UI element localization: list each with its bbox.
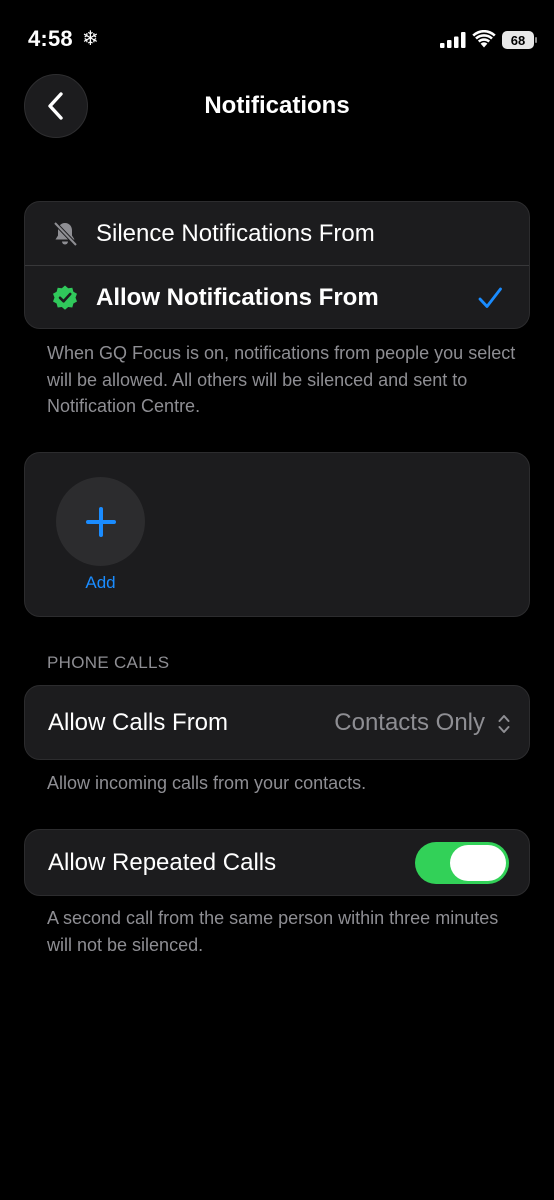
plus-icon: [85, 506, 116, 537]
repeated-calls-toggle[interactable]: [415, 842, 509, 884]
allow-repeated-calls-label: Allow Repeated Calls: [48, 848, 277, 876]
allowed-people-card: Add: [24, 452, 530, 617]
status-time: 4:58: [28, 26, 73, 51]
battery-icon: 68: [502, 31, 534, 49]
checkmark-icon: [478, 287, 502, 308]
cellular-signal-icon: [440, 32, 466, 48]
page-title: Notifications: [204, 92, 350, 119]
status-bar: 4:58 ❄ 68: [0, 0, 554, 80]
allow-repeated-calls-row: Allow Repeated Calls: [24, 829, 530, 896]
allow-notifications-label: Allow Notifications From: [96, 283, 379, 311]
phone-calls-section-header: PHONE CALLS: [47, 653, 170, 672]
battery-tip: [535, 37, 537, 43]
allow-notifications-option[interactable]: Allow Notifications From: [25, 266, 529, 329]
silence-notifications-option[interactable]: Silence Notifications From: [25, 202, 529, 265]
toggle-knob: [450, 845, 506, 881]
repeated-calls-description: A second call from the same person withi…: [47, 908, 499, 955]
allow-calls-from-row[interactable]: Allow Calls From Contacts Only: [24, 685, 530, 760]
battery-level: 68: [510, 32, 526, 48]
allow-calls-from-value[interactable]: Contacts Only: [334, 686, 485, 759]
checkmark-seal-icon: [53, 285, 77, 310]
notification-mode-description: When GQ Focus is on, notifications from …: [47, 343, 516, 416]
silence-notifications-label: Silence Notifications From: [96, 219, 375, 247]
notification-mode-card: Silence Notifications From Allow Notific…: [24, 201, 530, 329]
chevron-up-down-icon: [498, 715, 510, 733]
add-person-button[interactable]: [56, 477, 145, 566]
bell-slash-icon: [53, 221, 78, 246]
allow-calls-description: Allow incoming calls from your contacts.: [47, 773, 367, 793]
wifi-icon: [472, 30, 496, 48]
snowflake-icon: ❄: [82, 28, 99, 50]
allow-calls-from-label: Allow Calls From: [48, 708, 229, 736]
add-person-label[interactable]: Add: [56, 573, 145, 593]
